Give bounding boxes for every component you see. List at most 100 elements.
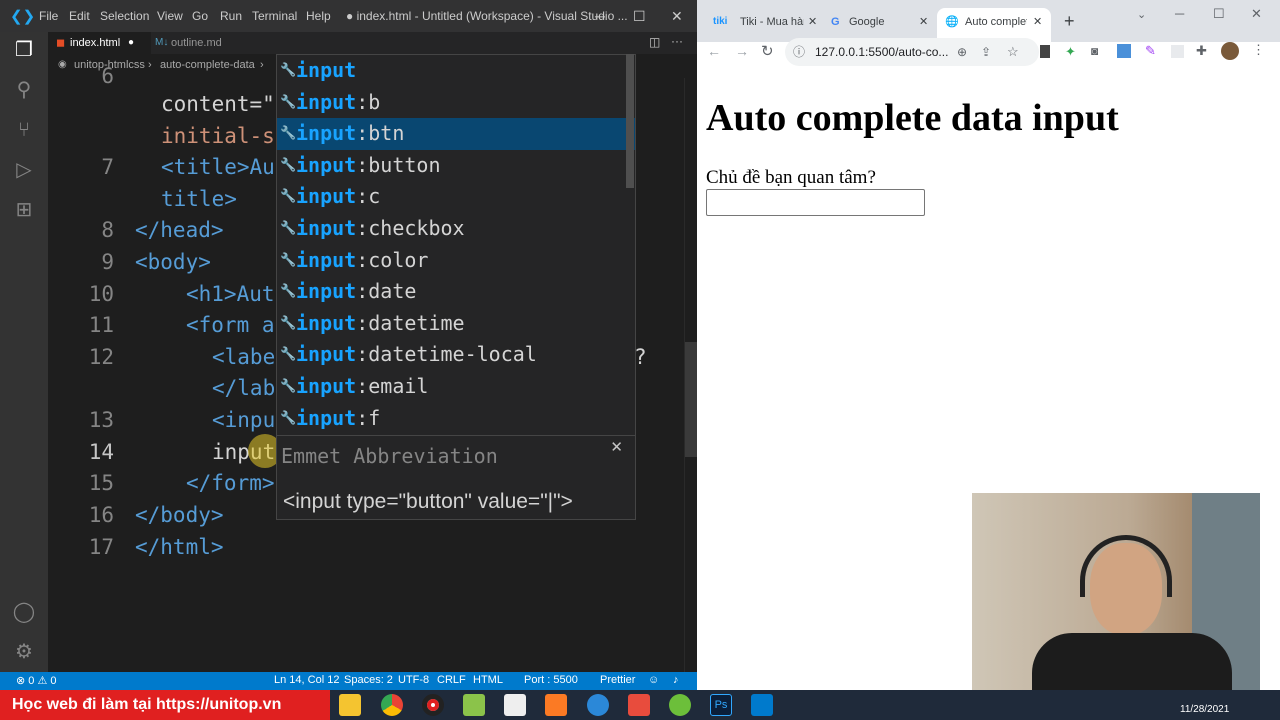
suggestion-item[interactable]: 🔧 input:b xyxy=(277,87,635,119)
suggestion-item[interactable]: 🔧 input:datetime xyxy=(277,308,635,340)
coccoc-icon[interactable] xyxy=(669,694,691,716)
zoom-icon[interactable]: ⊕ xyxy=(957,38,967,66)
topic-label: Chủ đề bạn quan tâm? xyxy=(706,167,876,188)
details-title: Emmet Abbreviation xyxy=(281,444,498,468)
chrome-menu-icon[interactable]: ⋮ xyxy=(1252,42,1265,58)
problems-count[interactable]: ⊗ 0 ⚠ 0 xyxy=(16,674,56,687)
close-tab-icon[interactable]: ✕ xyxy=(919,8,928,36)
chrome-tab-tiki[interactable]: tiki Tiki - Mua hàng ✕ xyxy=(705,8,823,42)
menu-terminal[interactable]: Terminal xyxy=(252,9,297,23)
line-ending[interactable]: CRLF xyxy=(437,674,466,686)
tab-search-icon[interactable]: ⌄ xyxy=(1137,8,1146,21)
close-tab-icon[interactable]: ✕ xyxy=(1033,8,1042,36)
tab-label: outline.md xyxy=(171,37,222,49)
extensions-icon[interactable]: ⊞ xyxy=(12,198,36,222)
menu-help[interactable]: Help xyxy=(306,9,331,23)
code-line: <title>Au xyxy=(161,155,275,179)
sheet-app-icon[interactable] xyxy=(463,694,485,716)
suggestion-rest: :datetime-local xyxy=(356,342,537,367)
close-details-icon[interactable]: ✕ xyxy=(610,438,623,456)
file-explorer-icon[interactable] xyxy=(339,694,361,716)
google-favicon-icon: G xyxy=(831,16,840,28)
profile-avatar[interactable] xyxy=(1221,42,1239,60)
suggestion-item[interactable]: 🔧 input:email xyxy=(277,371,635,403)
cursor-position[interactable]: Ln 14, Col 12 xyxy=(274,674,339,686)
bookmark-star-icon[interactable]: ☆ xyxy=(1007,38,1019,66)
xmind-icon[interactable] xyxy=(628,694,650,716)
notifications-icon[interactable]: ♪ xyxy=(673,674,679,686)
address-bar[interactable]: ⓘ 127.0.0.1:5500/auto-co... ⊕ ⇪ ☆ xyxy=(785,38,1039,66)
menu-run[interactable]: Run xyxy=(220,9,242,23)
close-tab-icon[interactable]: ✕ xyxy=(808,8,817,36)
record-icon[interactable] xyxy=(422,694,444,716)
menu-file[interactable]: File xyxy=(39,9,58,23)
menu-edit[interactable]: Edit xyxy=(69,9,90,23)
suggestion-match: input xyxy=(296,279,357,304)
extension-icon[interactable] xyxy=(1040,45,1050,58)
line-number: 11 xyxy=(88,313,114,337)
reload-icon[interactable]: ↻ xyxy=(761,42,774,60)
code-line: </head> xyxy=(135,218,224,242)
suggestion-item[interactable]: 🔧 input:f xyxy=(277,403,635,435)
feedback-icon[interactable]: ☺ xyxy=(648,674,659,686)
suggestion-item[interactable]: 🔧 input xyxy=(277,55,635,87)
forward-icon[interactable]: → xyxy=(735,43,749,59)
chrome-close-icon[interactable]: ✕ xyxy=(1251,6,1262,22)
run-debug-icon[interactable]: ▷ xyxy=(12,158,36,182)
tab-outline-md[interactable]: M↓ outline.md xyxy=(151,32,251,54)
more-actions-icon[interactable]: ··· xyxy=(671,34,683,48)
chrome-minimize-icon[interactable]: ─ xyxy=(1175,6,1184,21)
menu-go[interactable]: Go xyxy=(192,9,208,23)
suggestion-item[interactable]: 🔧 input:c xyxy=(277,181,635,213)
chrome-tab-auto-complete[interactable]: 🌐 Auto complete ✕ xyxy=(937,8,1051,42)
menu-selection[interactable]: Selection xyxy=(100,9,149,23)
suggestion-item-selected[interactable]: 🔧 input:btn xyxy=(277,118,635,150)
chrome-taskbar-icon[interactable] xyxy=(381,694,403,716)
suggestion-item[interactable]: 🔧 input:checkbox xyxy=(277,213,635,245)
camera-extension-icon[interactable]: ◙ xyxy=(1091,44,1098,58)
editor-scrollbar[interactable] xyxy=(684,78,697,672)
extension-icon[interactable] xyxy=(1171,45,1184,58)
breadcrumb-item[interactable]: auto-complete-data xyxy=(160,59,255,71)
close-icon[interactable]: ✕ xyxy=(671,8,683,25)
info-icon[interactable]: ⓘ xyxy=(793,38,805,66)
app-icon[interactable] xyxy=(587,694,609,716)
prettier-status[interactable]: Prettier xyxy=(600,674,635,686)
suggestion-item[interactable]: 🔧 input:button xyxy=(277,150,635,182)
photoshop-icon[interactable]: Ps xyxy=(710,694,732,716)
source-control-icon[interactable]: ⑂ xyxy=(12,118,36,142)
suggestion-item[interactable]: 🔧 input:color xyxy=(277,245,635,277)
share-icon[interactable]: ⇪ xyxy=(981,38,991,66)
minimize-icon[interactable]: ─ xyxy=(595,8,605,24)
suggestion-item[interactable]: 🔧 input:date xyxy=(277,276,635,308)
extensions-puzzle-icon[interactable]: ✚ xyxy=(1196,43,1207,59)
menu-view[interactable]: View xyxy=(157,9,183,23)
maximize-icon[interactable]: ☐ xyxy=(633,8,646,25)
search-icon[interactable]: ⚲ xyxy=(12,78,36,102)
back-icon[interactable]: ← xyxy=(707,43,721,59)
chrome-maximize-icon[interactable]: ☐ xyxy=(1213,6,1225,22)
chrome-tab-google[interactable]: G Google ✕ xyxy=(823,8,936,42)
extension-icon[interactable] xyxy=(1117,44,1131,58)
line-number: 8 xyxy=(101,218,114,242)
new-tab-icon[interactable]: + xyxy=(1064,11,1075,32)
suggest-scrollbar-thumb[interactable] xyxy=(626,54,634,188)
live-server-port[interactable]: Port : 5500 xyxy=(524,674,578,686)
vscode-taskbar-icon[interactable] xyxy=(751,694,773,716)
language-mode[interactable]: HTML xyxy=(473,674,503,686)
minimap-thumb[interactable] xyxy=(685,342,697,457)
explorer-icon[interactable]: ❐ xyxy=(12,38,36,62)
split-editor-icon[interactable]: ◫ xyxy=(649,35,660,49)
extension-icon[interactable]: ✦ xyxy=(1065,44,1076,60)
account-icon[interactable]: ◯ xyxy=(12,600,36,624)
indentation[interactable]: Spaces: 2 xyxy=(344,674,393,686)
xampp-icon[interactable] xyxy=(545,694,567,716)
media-app-icon[interactable] xyxy=(504,694,526,716)
pen-extension-icon[interactable]: ✎ xyxy=(1145,43,1156,59)
tab-index-html[interactable]: ◼ index.html ● xyxy=(48,32,151,54)
unsaved-dot-icon[interactable]: ● xyxy=(128,32,134,54)
settings-gear-icon[interactable]: ⚙ xyxy=(12,640,36,664)
topic-input[interactable] xyxy=(706,189,925,216)
suggestion-item[interactable]: 🔧 input:datetime-local xyxy=(277,339,635,371)
encoding[interactable]: UTF-8 xyxy=(398,674,429,686)
